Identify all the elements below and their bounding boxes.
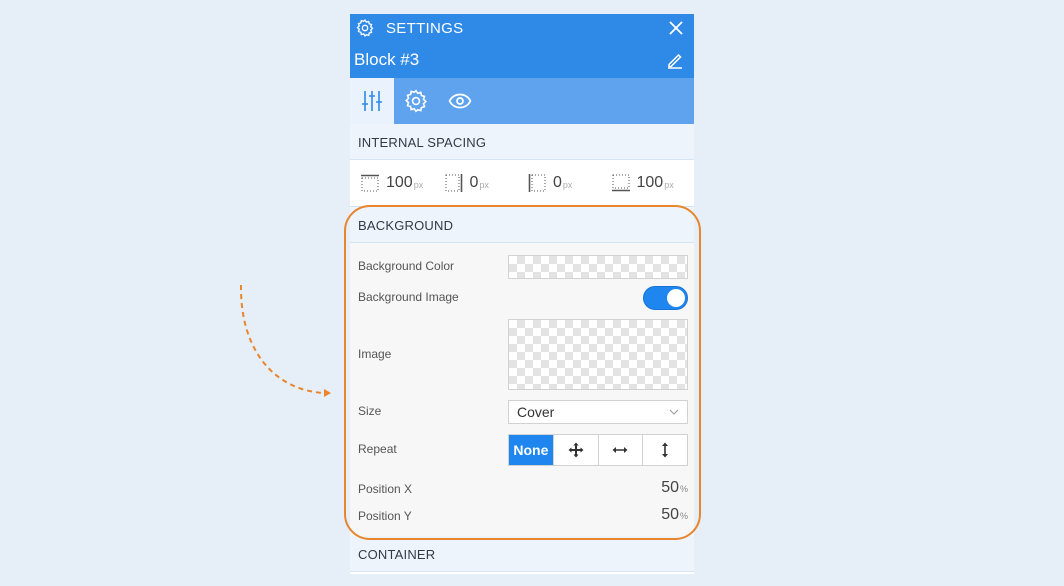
chevron-down-icon bbox=[669, 409, 679, 415]
padding-left-icon bbox=[528, 174, 546, 192]
repeat-button-group: None bbox=[508, 434, 688, 466]
spacing-left-unit: px bbox=[562, 180, 573, 190]
padding-bottom-icon bbox=[611, 174, 630, 192]
spacing-bottom-unit: px bbox=[664, 180, 674, 190]
padding-right-icon bbox=[445, 174, 462, 192]
size-select[interactable]: Cover bbox=[508, 400, 688, 424]
settings-panel: SETTINGS Block #3 INTERNAL SPACING 100 p… bbox=[350, 14, 694, 574]
container-header[interactable]: CONTAINER bbox=[350, 536, 694, 572]
repeat-label: Repeat bbox=[358, 442, 397, 456]
panel-header: SETTINGS Block #3 bbox=[350, 14, 694, 78]
spacing-right-value[interactable]: 0 bbox=[470, 174, 479, 192]
repeat-x-button[interactable] bbox=[597, 435, 643, 465]
position-y-value[interactable]: 50 bbox=[661, 506, 679, 523]
internal-spacing-header[interactable]: INTERNAL SPACING bbox=[350, 124, 694, 160]
block-name: Block #3 bbox=[354, 50, 420, 69]
spacing-top[interactable]: 100 px bbox=[360, 173, 444, 193]
position-x-label: Position X bbox=[358, 482, 413, 496]
background-section: Background Color Background Image Image … bbox=[350, 243, 694, 536]
internal-spacing-row: 100 px 0 px 0 px 100 px bbox=[350, 160, 694, 207]
gear-icon bbox=[405, 89, 427, 113]
position-y-field[interactable]: 50% bbox=[661, 506, 688, 524]
spacing-bottom[interactable]: 100 px bbox=[611, 173, 695, 193]
position-y-label: Position Y bbox=[358, 509, 412, 523]
background-color-label: Background Color bbox=[358, 259, 455, 273]
position-x-unit: % bbox=[679, 484, 688, 494]
image-label: Image bbox=[358, 347, 392, 361]
image-picker[interactable] bbox=[508, 319, 688, 390]
horizontal-arrows-icon bbox=[612, 447, 628, 453]
gear-icon bbox=[356, 19, 374, 37]
spacing-top-value[interactable]: 100 bbox=[386, 174, 413, 192]
vertical-arrows-icon bbox=[662, 442, 669, 458]
tab-layout[interactable] bbox=[350, 78, 394, 124]
tab-visibility[interactable] bbox=[438, 78, 482, 124]
size-select-value: Cover bbox=[517, 404, 555, 420]
spacing-bottom-value[interactable]: 100 bbox=[637, 174, 664, 192]
spacing-right-unit: px bbox=[479, 180, 489, 190]
repeat-none-button[interactable]: None bbox=[509, 435, 553, 465]
spacing-top-unit: px bbox=[413, 180, 424, 190]
panel-title: SETTINGS bbox=[386, 20, 464, 37]
background-color-picker[interactable] bbox=[508, 255, 688, 279]
size-label: Size bbox=[358, 404, 382, 418]
position-y-unit: % bbox=[679, 511, 688, 521]
repeat-both-button[interactable] bbox=[552, 435, 598, 465]
background-image-toggle[interactable] bbox=[643, 286, 688, 310]
sliders-icon bbox=[362, 91, 382, 111]
close-icon[interactable] bbox=[668, 20, 684, 36]
tab-settings[interactable] bbox=[394, 78, 438, 124]
curved-arrow-icon bbox=[239, 284, 331, 397]
spacing-right[interactable]: 0 px bbox=[444, 173, 528, 193]
pencil-icon[interactable] bbox=[666, 51, 684, 69]
spacing-left[interactable]: 0 px bbox=[527, 173, 611, 193]
background-image-label: Background Image bbox=[358, 290, 459, 304]
position-x-value[interactable]: 50 bbox=[661, 479, 679, 496]
move-arrows-icon bbox=[568, 442, 584, 458]
eye-icon bbox=[448, 93, 472, 109]
repeat-y-button[interactable] bbox=[642, 435, 687, 465]
position-x-field[interactable]: 50% bbox=[661, 479, 688, 497]
spacing-left-value[interactable]: 0 bbox=[553, 174, 562, 192]
background-header[interactable]: BACKGROUND bbox=[350, 207, 694, 243]
padding-top-icon bbox=[361, 174, 379, 192]
tab-bar bbox=[350, 78, 694, 124]
